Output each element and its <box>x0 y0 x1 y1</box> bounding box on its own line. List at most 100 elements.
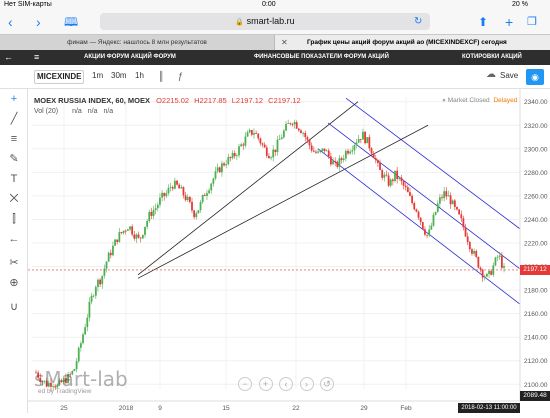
menu-icon[interactable]: ≡ <box>34 50 39 65</box>
cloud-icon[interactable]: ☁ <box>486 69 496 80</box>
candle-body <box>488 270 490 274</box>
candle-body <box>456 206 458 210</box>
interval-1h[interactable]: 1h <box>135 71 144 80</box>
candle-body <box>146 220 149 227</box>
nav-shares-forum[interactable]: АКЦИИ ФОРУМ АКЦИЙ ФОРУМ <box>84 50 176 65</box>
save-button[interactable]: Save <box>500 71 518 80</box>
fib-icon[interactable]: ≡ <box>6 131 22 147</box>
nav-quotes[interactable]: КОТИРОВКИ АКЦИЙ <box>462 50 522 65</box>
chart-toolbar: MICEXINDE 1m 30m 1h ║ ƒ ☁ Save ◉ <box>0 65 550 89</box>
candle-body <box>406 187 409 193</box>
candle-body <box>383 174 386 178</box>
back-icon[interactable]: ‹ <box>8 14 13 30</box>
candle-body <box>161 192 163 198</box>
candle-body <box>353 145 356 151</box>
zoom-icon[interactable]: ⊕ <box>6 275 22 291</box>
close-tab-icon[interactable]: ✕ <box>281 35 288 50</box>
candle-body <box>475 251 478 257</box>
symbol-search-input[interactable]: MICEXINDE <box>34 70 84 84</box>
share-icon[interactable]: ⬆ <box>478 14 488 30</box>
candle-body <box>468 241 471 250</box>
projection-icon[interactable]: ⫿ <box>6 211 22 227</box>
price-tick: 2340.00 <box>524 99 548 106</box>
candle-body <box>77 347 80 362</box>
pattern-icon[interactable]: ⨉ <box>6 191 22 207</box>
candle-body <box>379 162 381 171</box>
candle-body <box>118 232 121 242</box>
candle-body <box>336 161 339 167</box>
candle-body <box>133 234 136 239</box>
nav-financials[interactable]: ФИНАНСОВЫЕ ПОКАЗАТЕЛИ ФОРУМ АКЦИЙ <box>254 50 389 65</box>
tab-chart[interactable]: ✕ График цены акций форум акций ао (MICE… <box>275 35 550 50</box>
reset-icon[interactable]: ↺ <box>320 377 335 391</box>
candle-style-icon[interactable]: ║ <box>158 71 164 81</box>
candle-body <box>404 185 407 188</box>
candle-body <box>88 301 91 318</box>
crosshair-icon[interactable]: + <box>6 91 22 107</box>
candle-body <box>445 191 448 197</box>
candle-body <box>112 245 114 256</box>
candle-body <box>287 123 290 124</box>
candle-body <box>304 132 307 138</box>
candle-body <box>428 229 431 236</box>
candle-body <box>300 130 302 133</box>
candle-body <box>246 132 249 137</box>
tabs-icon[interactable]: ❐ <box>527 14 537 30</box>
candle-body <box>152 210 155 216</box>
candle-body <box>169 187 172 188</box>
new-tab-icon[interactable]: + <box>505 14 513 30</box>
interval-30m[interactable]: 30m <box>111 71 127 80</box>
chart-svg[interactable]: 2100.002120.002140.002160.002180.002200.… <box>28 89 550 413</box>
candle-body <box>191 201 193 211</box>
address-bar[interactable]: 🔒 smart-lab.ru <box>100 13 430 30</box>
camera-button[interactable]: ◉ <box>526 69 544 85</box>
scroll-right-icon[interactable]: › <box>299 377 314 391</box>
price-chart[interactable]: 2100.002120.002140.002160.002180.002200.… <box>28 89 550 413</box>
text-icon[interactable]: T <box>6 171 22 187</box>
candle-body <box>214 171 217 179</box>
candle-body <box>338 158 341 167</box>
candle-body <box>458 209 461 215</box>
ruler-icon[interactable]: ✂ <box>6 255 22 271</box>
forward-icon[interactable]: › <box>36 14 41 30</box>
candle-body <box>462 218 465 228</box>
zoom-in-icon[interactable]: + <box>258 377 273 391</box>
candle-body <box>370 148 373 154</box>
candle-body <box>321 148 324 152</box>
candle-body <box>255 133 258 134</box>
candle-body <box>490 270 493 275</box>
candle-body <box>460 214 463 219</box>
last-price-badge: 2197.12 <box>520 265 550 275</box>
candle-body <box>400 177 403 182</box>
scroll-left-icon[interactable]: ‹ <box>279 377 294 391</box>
back-arrow-icon[interactable]: ← <box>4 50 13 65</box>
zoom-out-icon[interactable]: − <box>238 377 252 391</box>
arrow-icon[interactable]: ← <box>6 231 22 247</box>
candle-body <box>317 151 319 153</box>
candle-body <box>498 255 501 257</box>
candle-body <box>203 195 206 196</box>
interval-1m[interactable]: 1m <box>92 71 103 80</box>
magnet-icon[interactable]: ∪ <box>6 299 22 315</box>
legend-close: C2197.12 <box>268 96 301 105</box>
tab-label: финам — Яндекс: нашлось 8 млн результато… <box>67 39 207 46</box>
brush-icon[interactable]: ✎ <box>6 151 22 167</box>
indicators-icon[interactable]: ƒ <box>178 71 183 81</box>
candle-body <box>344 150 347 159</box>
bookmarks-icon[interactable]: 🕮 <box>64 14 78 30</box>
reload-icon[interactable]: ↻ <box>414 14 422 30</box>
price-tick: 2280.00 <box>524 170 548 177</box>
vol-value: n/a <box>103 108 114 115</box>
legend-title: MOEX RUSSIA INDEX, 60, MOEX <box>34 96 150 105</box>
candle-body <box>235 155 238 157</box>
price-tick: 2260.00 <box>524 193 548 200</box>
tab-yandex[interactable]: финам — Яндекс: нашлось 8 млн результато… <box>0 35 275 50</box>
candle-body <box>178 184 181 189</box>
trendline-icon[interactable]: ╱ <box>6 111 22 127</box>
candle-body <box>184 195 187 201</box>
candle-body <box>387 175 390 186</box>
candle-body <box>109 252 112 256</box>
legend-low: L2197.12 <box>231 96 264 105</box>
candle-body <box>471 249 473 254</box>
candle-body <box>357 138 360 143</box>
